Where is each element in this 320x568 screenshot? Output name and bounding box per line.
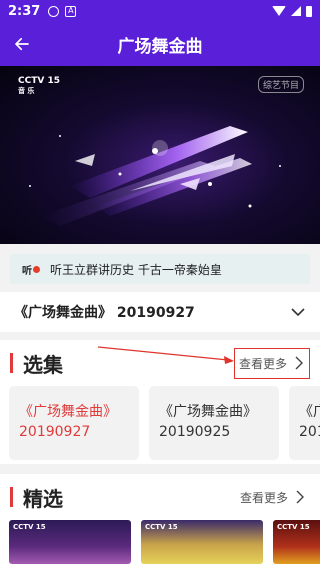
announcement-banner[interactable]: 听 听王立群讲历史 千古一帝秦始皇 <box>10 254 310 284</box>
back-button[interactable] <box>0 22 44 66</box>
wifi-icon <box>272 6 286 16</box>
current-episode-selector[interactable]: 《广场舞金曲》 20190927 <box>0 292 320 332</box>
channel-logo: CCTV 15 音 乐 <box>18 76 60 96</box>
featured-thumbnail[interactable]: CCTV 15 <box>9 520 131 564</box>
episode-name: 《广场舞金曲》 <box>159 404 257 420</box>
episode-date: 20190923 <box>299 424 320 440</box>
episodes-title: 选集 <box>23 352 63 377</box>
episodes-more-button[interactable]: 查看更多 <box>233 347 310 379</box>
chevron-right-icon <box>296 490 304 504</box>
sim-card-icon: A <box>65 5 77 17</box>
chevron-down-icon <box>291 308 305 317</box>
channel-logo-text: CCTV 15 <box>18 76 60 86</box>
episode-name: 《广场舞金曲》 <box>19 404 117 420</box>
episode-card[interactable]: 《广场舞金曲》 20190923 <box>289 386 320 460</box>
featured-title: 精选 <box>23 486 63 511</box>
chevron-right-icon <box>295 356 303 370</box>
episode-card[interactable]: 《广场舞金曲》 20190927 <box>9 386 139 460</box>
episode-list: 《广场舞金曲》 20190927 《广场舞金曲》 20190925 《广场舞金曲… <box>0 386 320 462</box>
arrow-left-icon <box>15 37 29 51</box>
channel-sub-text: 音 乐 <box>18 87 35 95</box>
current-episode-title: 《广场舞金曲》 20190927 <box>14 305 195 321</box>
episodes-more-label: 查看更多 <box>238 356 287 371</box>
app-bar: 广场舞金曲 <box>0 22 320 66</box>
thumbnail-channel-tag: CCTV 15 <box>13 523 46 531</box>
video-watermark: 综艺节目 <box>257 76 304 93</box>
thumbnail-channel-tag: CCTV 15 <box>145 523 178 531</box>
episode-card[interactable]: 《广场舞金曲》 20190925 <box>149 386 279 460</box>
settings-gear-icon <box>48 5 60 17</box>
announcement-text: 听王立群讲历史 千古一帝秦始皇 <box>50 262 222 277</box>
section-accent-bar <box>10 353 13 373</box>
featured-thumbnail[interactable]: CCTV 15 <box>141 520 263 564</box>
radio-icon: 听 <box>20 262 42 277</box>
episode-date: 20190925 <box>159 424 231 440</box>
episodes-header: 选集 查看更多 <box>0 340 320 386</box>
episode-date: 20190927 <box>19 424 91 440</box>
featured-more-button[interactable]: 查看更多 <box>236 485 310 510</box>
battery-icon <box>306 5 312 17</box>
featured-more-label: 查看更多 <box>239 490 288 505</box>
signal-icon <box>291 6 301 16</box>
featured-thumbnail[interactable]: CCTV 15 <box>273 520 320 564</box>
video-player[interactable]: CCTV 15 音 乐 综艺节目 <box>0 66 320 244</box>
page-title: 广场舞金曲 <box>117 36 203 57</box>
section-accent-bar <box>10 487 13 507</box>
thumbnail-channel-tag: CCTV 15 <box>277 523 310 531</box>
featured-header: 精选 查看更多 <box>0 474 320 520</box>
status-bar: 2:37 A <box>0 0 320 22</box>
featured-section: 精选 查看更多 CCTV 15 CCTV 15 CCTV 15 <box>0 474 320 568</box>
episodes-section: 选集 查看更多 《广场舞金曲》 20190927 《广场舞金曲》 2019092… <box>0 340 320 464</box>
status-time: 2:37 <box>8 3 41 19</box>
episode-name: 《广场舞金曲》 <box>299 404 320 420</box>
announcement-icon-label: 听 <box>22 265 32 277</box>
featured-list: CCTV 15 CCTV 15 CCTV 15 <box>0 520 320 564</box>
